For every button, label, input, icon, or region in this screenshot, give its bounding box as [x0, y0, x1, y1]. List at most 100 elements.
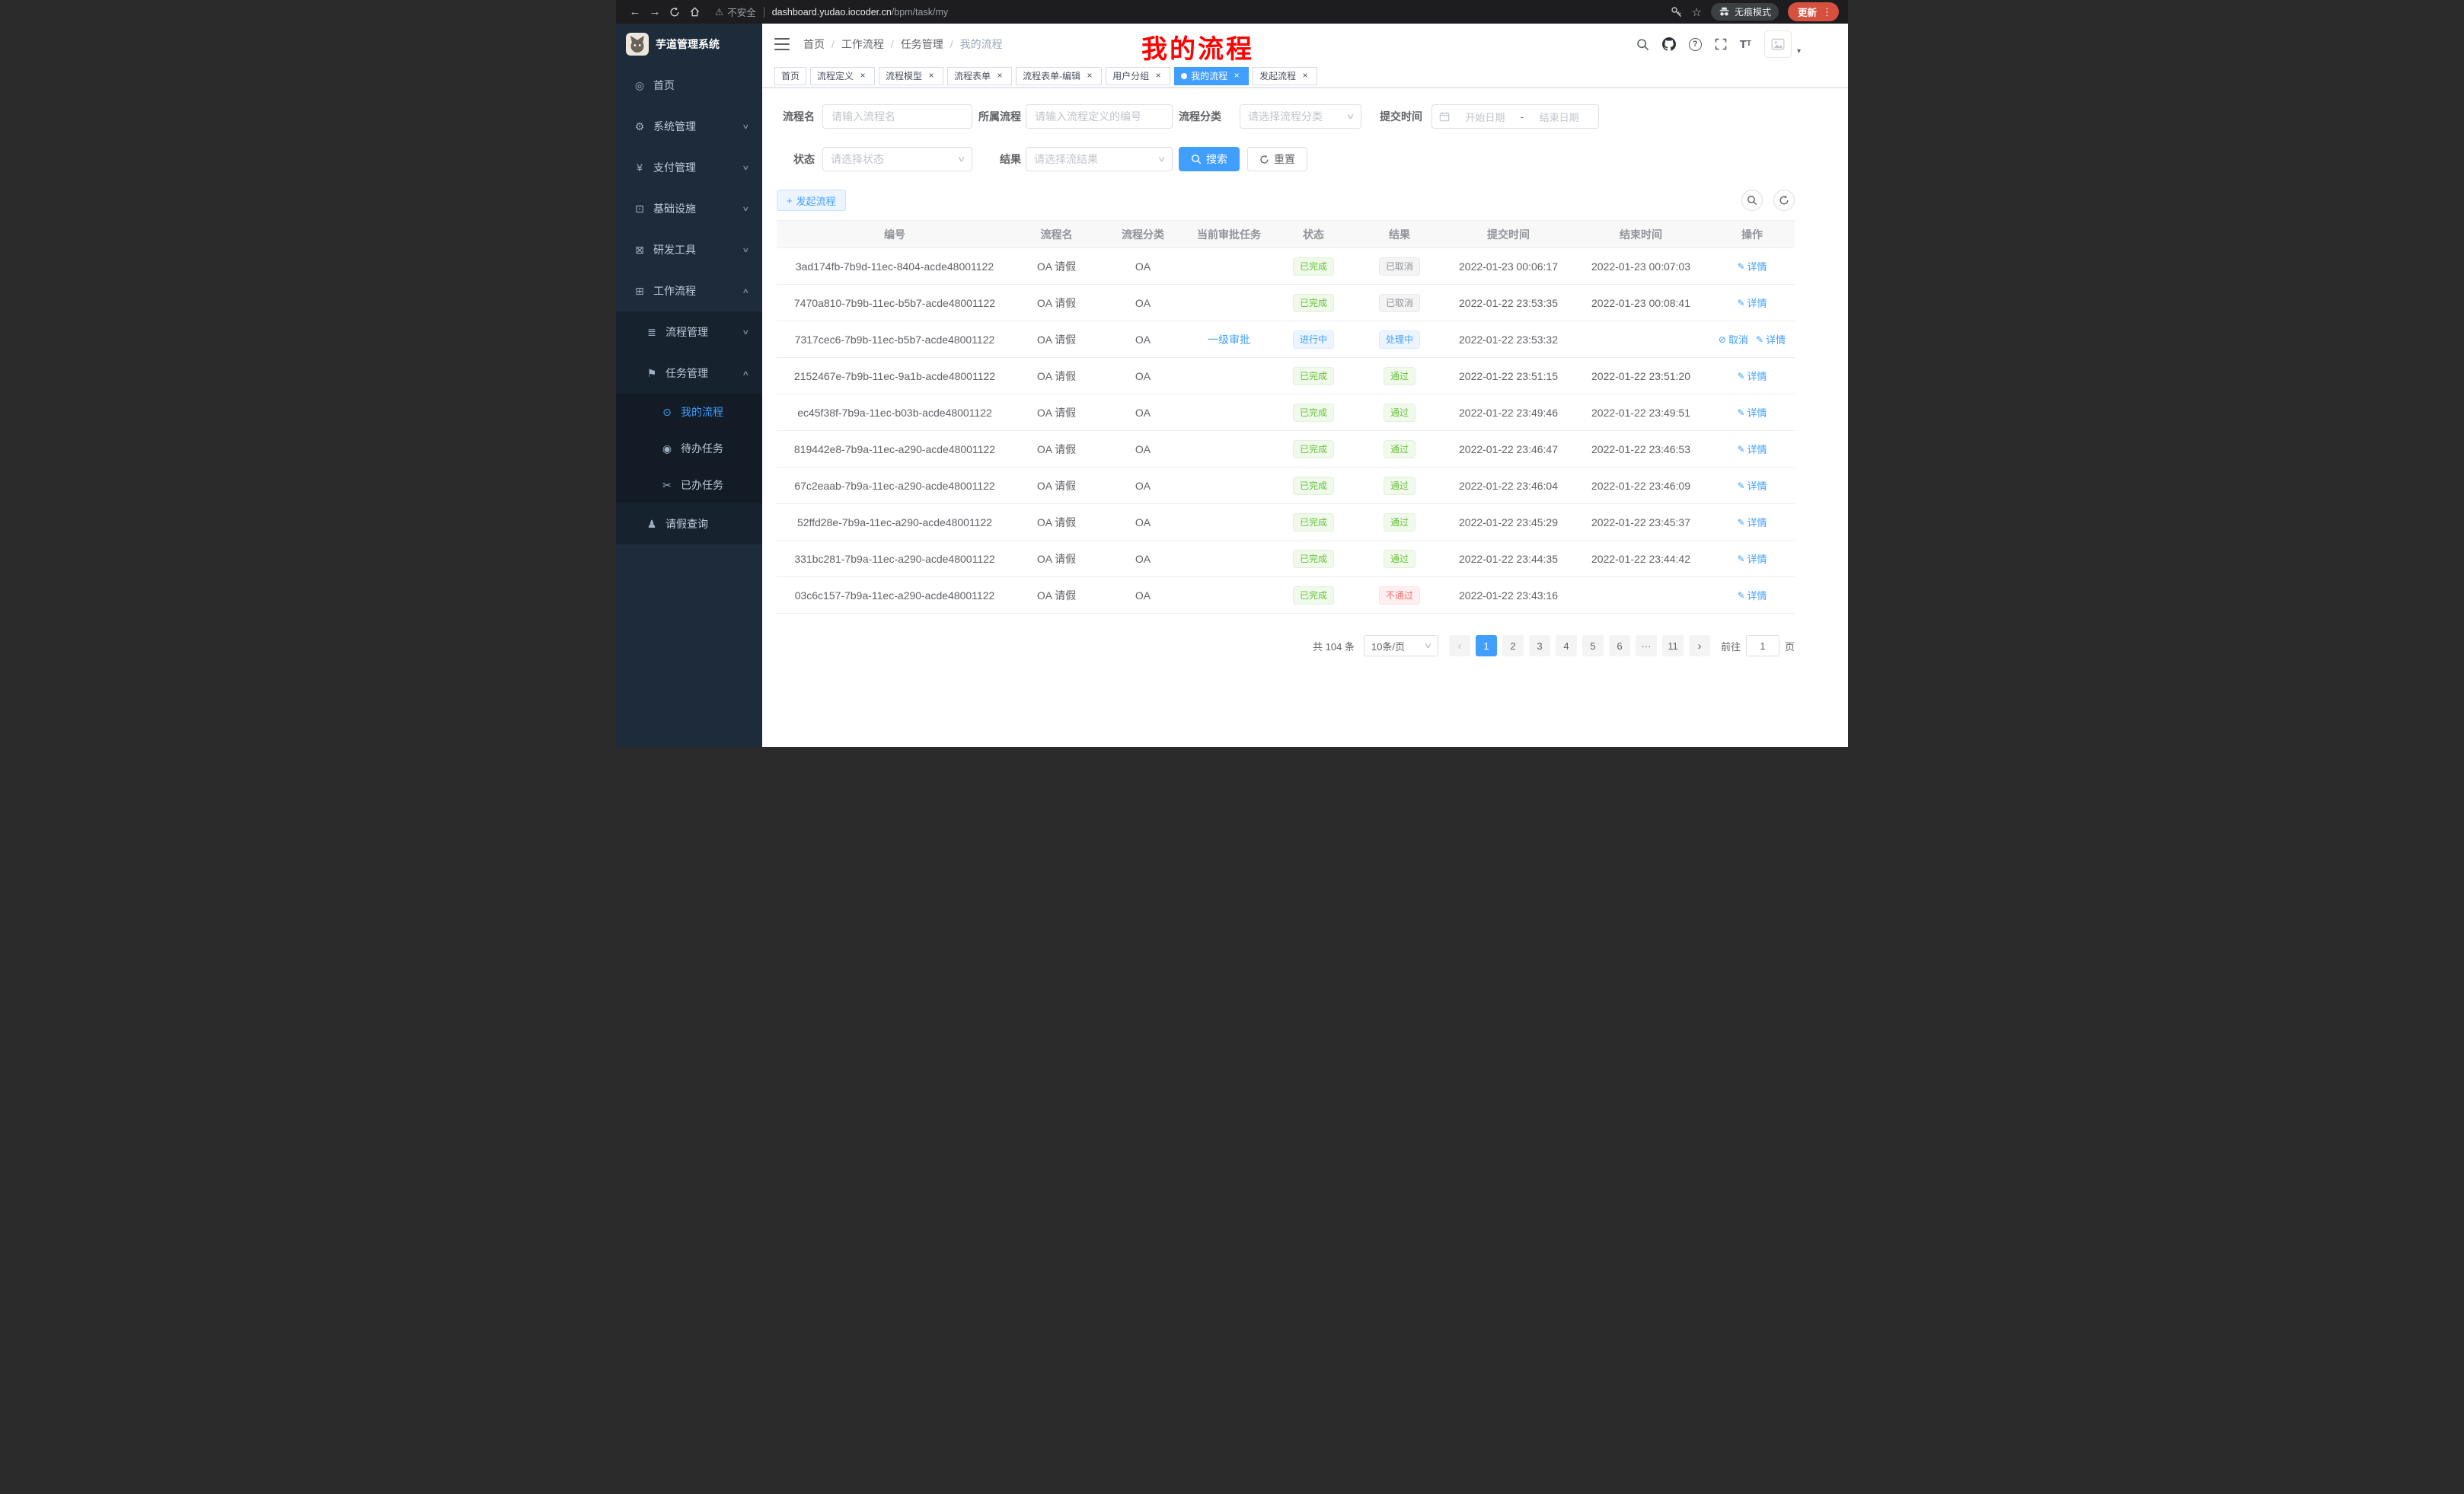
sidebar-item-todo-tasks[interactable]: ◉待办任务	[616, 430, 762, 467]
breadcrumb-workflow[interactable]: 工作流程	[841, 37, 884, 52]
close-icon[interactable]: ×	[1231, 71, 1242, 81]
bookmark-star-button[interactable]: ☆	[1692, 5, 1702, 19]
tab-1[interactable]: 流程定义×	[810, 67, 875, 85]
pager-page-button[interactable]: 5	[1582, 635, 1604, 656]
detail-link[interactable]: ✎详情	[1756, 332, 1786, 346]
pager-page-button[interactable]: 11	[1662, 635, 1684, 656]
refresh-table-button[interactable]	[1773, 190, 1795, 211]
detail-link[interactable]: ✎详情	[1737, 259, 1767, 273]
process-name: OA 请假	[1037, 589, 1076, 602]
detail-link[interactable]: ✎详情	[1737, 295, 1767, 310]
pager-page-button[interactable]: 2	[1502, 635, 1524, 656]
home-button[interactable]	[685, 2, 704, 22]
pager-page-button[interactable]: 3	[1529, 635, 1550, 656]
pager-page-button[interactable]: 1	[1476, 635, 1497, 656]
process-category: OA	[1135, 260, 1151, 273]
jump-page-input[interactable]	[1746, 635, 1779, 656]
detail-link[interactable]: ✎详情	[1737, 478, 1767, 493]
sidebar-item-devtools[interactable]: ⊠研发工具∨	[616, 229, 762, 270]
search-button[interactable]: 搜索	[1179, 147, 1240, 171]
detail-link[interactable]: ✎详情	[1737, 442, 1767, 456]
github-button[interactable]	[1662, 37, 1676, 51]
close-icon[interactable]: ×	[1084, 71, 1095, 81]
breadcrumb-task-management[interactable]: 任务管理	[901, 37, 943, 52]
sidebar-item-workflow[interactable]: ⊞工作流程∧	[616, 270, 762, 311]
detail-link[interactable]: ✎详情	[1737, 515, 1767, 529]
toggle-search-button[interactable]	[1741, 190, 1763, 211]
breadcrumb-separator: /	[950, 38, 953, 50]
create-process-button[interactable]: + 发起流程	[777, 190, 846, 211]
browser-menu-icon[interactable]: ⋮	[1822, 6, 1832, 18]
sidebar-menu: ◎首页⚙系统管理∨¥支付管理∨⊡基础设施∨⊠研发工具∨⊞工作流程∧≣流程管理∨⚑…	[616, 65, 762, 544]
detail-link[interactable]: ✎详情	[1737, 551, 1767, 566]
help-button[interactable]: ?	[1689, 38, 1702, 51]
process-category: OA	[1135, 407, 1151, 419]
fullscreen-button[interactable]	[1715, 38, 1727, 50]
sidebar-item-task-management[interactable]: ⚑任务管理∧	[616, 353, 762, 394]
status-badge: 已完成	[1293, 513, 1334, 532]
sidebar-item-system[interactable]: ⚙系统管理∨	[616, 106, 762, 147]
pager-page-button[interactable]: 6	[1609, 635, 1630, 656]
address-bar[interactable]: dashboard.yudao.iocoder.cn/bpm/task/my	[772, 7, 948, 18]
status-badge: 已完成	[1293, 404, 1334, 422]
process-id: 3ad174fb-7b9d-11ec-8404-acde48001122	[796, 260, 994, 273]
sidebar-item-payment[interactable]: ¥支付管理∨	[616, 147, 762, 188]
sidebar-item-done-tasks[interactable]: ✂已办任务	[616, 467, 762, 503]
close-icon[interactable]: ×	[926, 71, 937, 81]
back-button[interactable]: ←	[625, 2, 645, 22]
font-size-button[interactable]: TT	[1740, 39, 1751, 50]
close-icon[interactable]: ×	[1153, 71, 1163, 81]
security-indicator[interactable]: ⚠ 不安全	[715, 5, 756, 19]
breadcrumb-home[interactable]: 首页	[803, 37, 825, 52]
sidebar-item-home[interactable]: ◎首页	[616, 65, 762, 106]
tab-6[interactable]: 我的流程×	[1174, 67, 1249, 85]
browser-update-button[interactable]: 更新 ⋮	[1788, 2, 1839, 21]
result-select[interactable]: 请选择流结果 ∨	[1026, 147, 1173, 171]
table-toolbar-right	[1741, 190, 1795, 211]
pager-page-button[interactable]: 4	[1556, 635, 1577, 656]
sidebar-toggle-button[interactable]	[774, 38, 790, 50]
pager-more-button[interactable]: ···	[1636, 635, 1657, 656]
tab-0[interactable]: 首页	[774, 67, 806, 85]
password-key-button[interactable]	[1671, 6, 1683, 18]
status-select[interactable]: 请选择状态 ∨	[822, 147, 972, 171]
cancel-link[interactable]: ⊘取消	[1719, 332, 1748, 346]
prev-page-button[interactable]: ‹	[1449, 635, 1470, 656]
tab-3[interactable]: 流程表单×	[947, 67, 1012, 85]
category-select[interactable]: 请选择流程分类 ∨	[1240, 104, 1361, 129]
eye-icon: ◉	[660, 442, 674, 455]
current-task-link[interactable]: 一级审批	[1208, 334, 1250, 346]
detail-label: 详情	[1747, 405, 1767, 420]
process-definition-input[interactable]	[1026, 104, 1173, 129]
close-icon[interactable]: ×	[994, 71, 1005, 81]
submit-time-range-picker[interactable]: 开始日期 - 结束日期	[1431, 104, 1599, 129]
sidebar-item-label: 系统管理	[653, 119, 696, 134]
sidebar-item-process-management[interactable]: ≣流程管理∨	[616, 311, 762, 353]
close-icon[interactable]: ×	[857, 71, 868, 81]
forward-button[interactable]: →	[645, 2, 665, 22]
reset-button[interactable]: 重置	[1247, 147, 1307, 171]
page-size-select[interactable]: 10条/页 ∨	[1364, 635, 1438, 656]
process-name-input[interactable]	[822, 104, 972, 129]
next-page-button[interactable]: ›	[1689, 635, 1710, 656]
sidebar-item-my-process[interactable]: ⊙我的流程	[616, 394, 762, 430]
detail-link[interactable]: ✎详情	[1737, 405, 1767, 420]
detail-link[interactable]: ✎详情	[1737, 369, 1767, 383]
sidebar-item-leave-query[interactable]: ♟请假查询	[616, 503, 762, 544]
detail-link[interactable]: ✎详情	[1737, 588, 1767, 602]
app-logo[interactable]: 芋道管理系统	[616, 24, 762, 65]
user-avatar-menu[interactable]: ▾	[1764, 30, 1801, 58]
tab-4[interactable]: 流程表单-编辑×	[1016, 67, 1102, 85]
app-window: 芋道管理系统 ◎首页⚙系统管理∨¥支付管理∨⊡基础设施∨⊠研发工具∨⊞工作流程∧…	[616, 24, 1848, 747]
sidebar-item-label: 研发工具	[653, 242, 696, 257]
incognito-label: 无痕模式	[1735, 5, 1771, 18]
tab-7[interactable]: 发起流程×	[1253, 67, 1317, 85]
close-icon[interactable]: ×	[1300, 71, 1310, 81]
sidebar-item-label: 工作流程	[653, 283, 696, 298]
header-search-button[interactable]	[1636, 38, 1649, 51]
tab-5[interactable]: 用户分组×	[1106, 67, 1170, 85]
sidebar-item-infrastructure[interactable]: ⊡基础设施∨	[616, 188, 762, 229]
tab-2[interactable]: 流程模型×	[879, 67, 943, 85]
sidebar-item-label: 首页	[653, 78, 675, 93]
reload-button[interactable]	[665, 2, 685, 22]
